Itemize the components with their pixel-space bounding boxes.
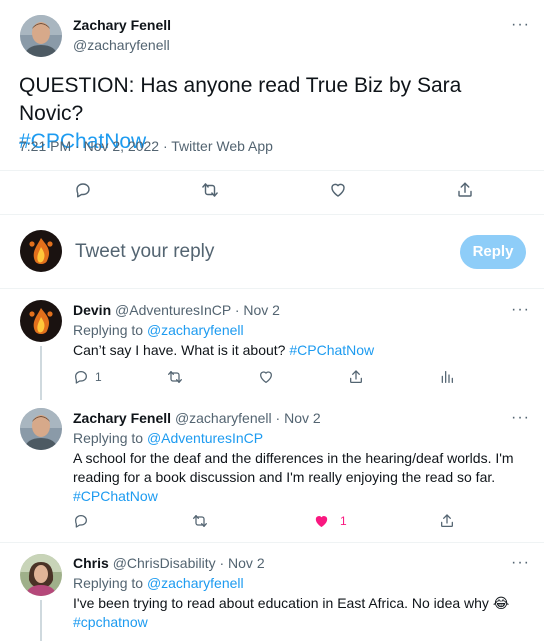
reply-header: Chris @ChrisDisability · Nov 2 [73,554,265,573]
like-action[interactable] [258,369,274,390]
reply-text-body: Can’t say I have. What is it about? [73,342,286,358]
retweet-action[interactable] [201,181,219,204]
mention-link[interactable]: @AdventuresInCP [147,430,263,446]
laughing-emoji-icon: 😂 [492,595,510,611]
share-action[interactable] [456,181,474,204]
avatar-current-user[interactable] [20,230,62,272]
replying-to-label: Replying to [73,322,144,338]
reply-header: Devin @AdventuresInCP · Nov 2 [73,301,280,320]
replying-to-label: Replying to [73,575,144,591]
reply-text-line: A school for the deaf and the difference… [73,450,514,466]
more-options-icon[interactable]: ··· [511,555,530,571]
retweet-action[interactable] [192,513,208,534]
like-action[interactable]: 1 [313,513,347,529]
heart-icon[interactable] [329,181,347,199]
reply-action[interactable] [73,513,89,534]
retweet-action[interactable] [167,369,183,390]
reply-count: 1 [95,370,102,384]
reply-text: Can’t say I have. What is it about? #CPC… [73,341,374,360]
analytics-action[interactable] [439,369,455,390]
reply-icon[interactable] [73,513,89,529]
reply-date[interactable]: · Nov 2 [235,302,280,318]
retweet-icon[interactable] [167,369,183,385]
reply-action[interactable]: 1 [73,369,102,385]
author-name[interactable]: Zachary Fenell [73,410,171,426]
reply-action[interactable] [74,181,92,204]
share-action[interactable] [348,369,364,390]
heart-icon[interactable] [258,369,274,385]
reply-header: Zachary Fenell @zacharyfenell · Nov 2 [73,409,321,428]
reply-text: I've been trying to read about education… [73,594,533,632]
reply-date[interactable]: · Nov 2 [219,555,264,571]
analytics-icon[interactable] [439,369,455,385]
avatar-chris[interactable] [20,554,62,596]
hashtag-link[interactable]: #CPChatNow [73,487,533,506]
replying-to: Replying to @zacharyfenell [73,321,244,340]
replying-to: Replying to @AdventuresInCP [73,429,263,448]
author-name[interactable]: Zachary Fenell [73,17,171,33]
author-name[interactable]: Chris [73,555,109,571]
more-options-icon[interactable]: ··· [511,302,530,318]
like-action[interactable] [329,181,347,204]
share-icon[interactable] [456,181,474,199]
author-handle[interactable]: @AdventuresInCP [115,302,231,318]
divider [0,214,544,215]
thread-line [40,600,42,641]
thread-line [40,346,42,400]
reply-button[interactable]: Reply [460,235,526,269]
like-count: 1 [340,514,347,528]
author-handle[interactable]: @ChrisDisability [113,555,216,571]
divider [0,170,544,171]
reply-date[interactable]: · Nov 2 [276,410,321,426]
author-handle[interactable]: @zacharyfenell [73,37,170,53]
mention-link[interactable]: @zacharyfenell [147,575,244,591]
share-icon[interactable] [439,513,455,529]
more-options-icon[interactable]: ··· [511,17,530,33]
divider [0,542,544,543]
reply-text-body: I've been trying to read about education… [73,595,489,611]
retweet-icon[interactable] [201,181,219,199]
divider [0,288,544,289]
hashtag-link[interactable]: #CPChatNow [289,342,374,358]
reply-icon[interactable] [73,369,89,385]
heart-filled-icon[interactable] [313,513,330,529]
share-icon[interactable] [348,369,364,385]
share-action[interactable] [439,513,455,534]
avatar-zachary-fenell[interactable] [20,408,62,450]
tweet-text-body: QUESTION: Has anyone read True Biz by Sa… [19,74,462,125]
avatar-devin[interactable] [20,300,62,342]
author-handle[interactable]: @zacharyfenell [175,410,272,426]
more-options-icon[interactable]: ··· [511,410,530,426]
replying-to-label: Replying to [73,430,144,446]
hashtag-link[interactable]: #cpchatnow [73,613,533,632]
reply-icon[interactable] [74,181,92,199]
reply-text-line: reading for a book discussion and I'm re… [73,469,496,485]
replying-to: Replying to @zacharyfenell [73,574,244,593]
reply-text: A school for the deaf and the difference… [73,449,533,506]
tweet-meta[interactable]: 7:21 PM · Nov 2, 2022 · Twitter Web App [19,138,273,154]
mention-link[interactable]: @zacharyfenell [147,322,244,338]
avatar-zachary-fenell[interactable] [20,15,62,57]
author-name[interactable]: Devin [73,302,111,318]
reply-input[interactable]: Tweet your reply [75,241,214,263]
retweet-icon[interactable] [192,513,208,529]
